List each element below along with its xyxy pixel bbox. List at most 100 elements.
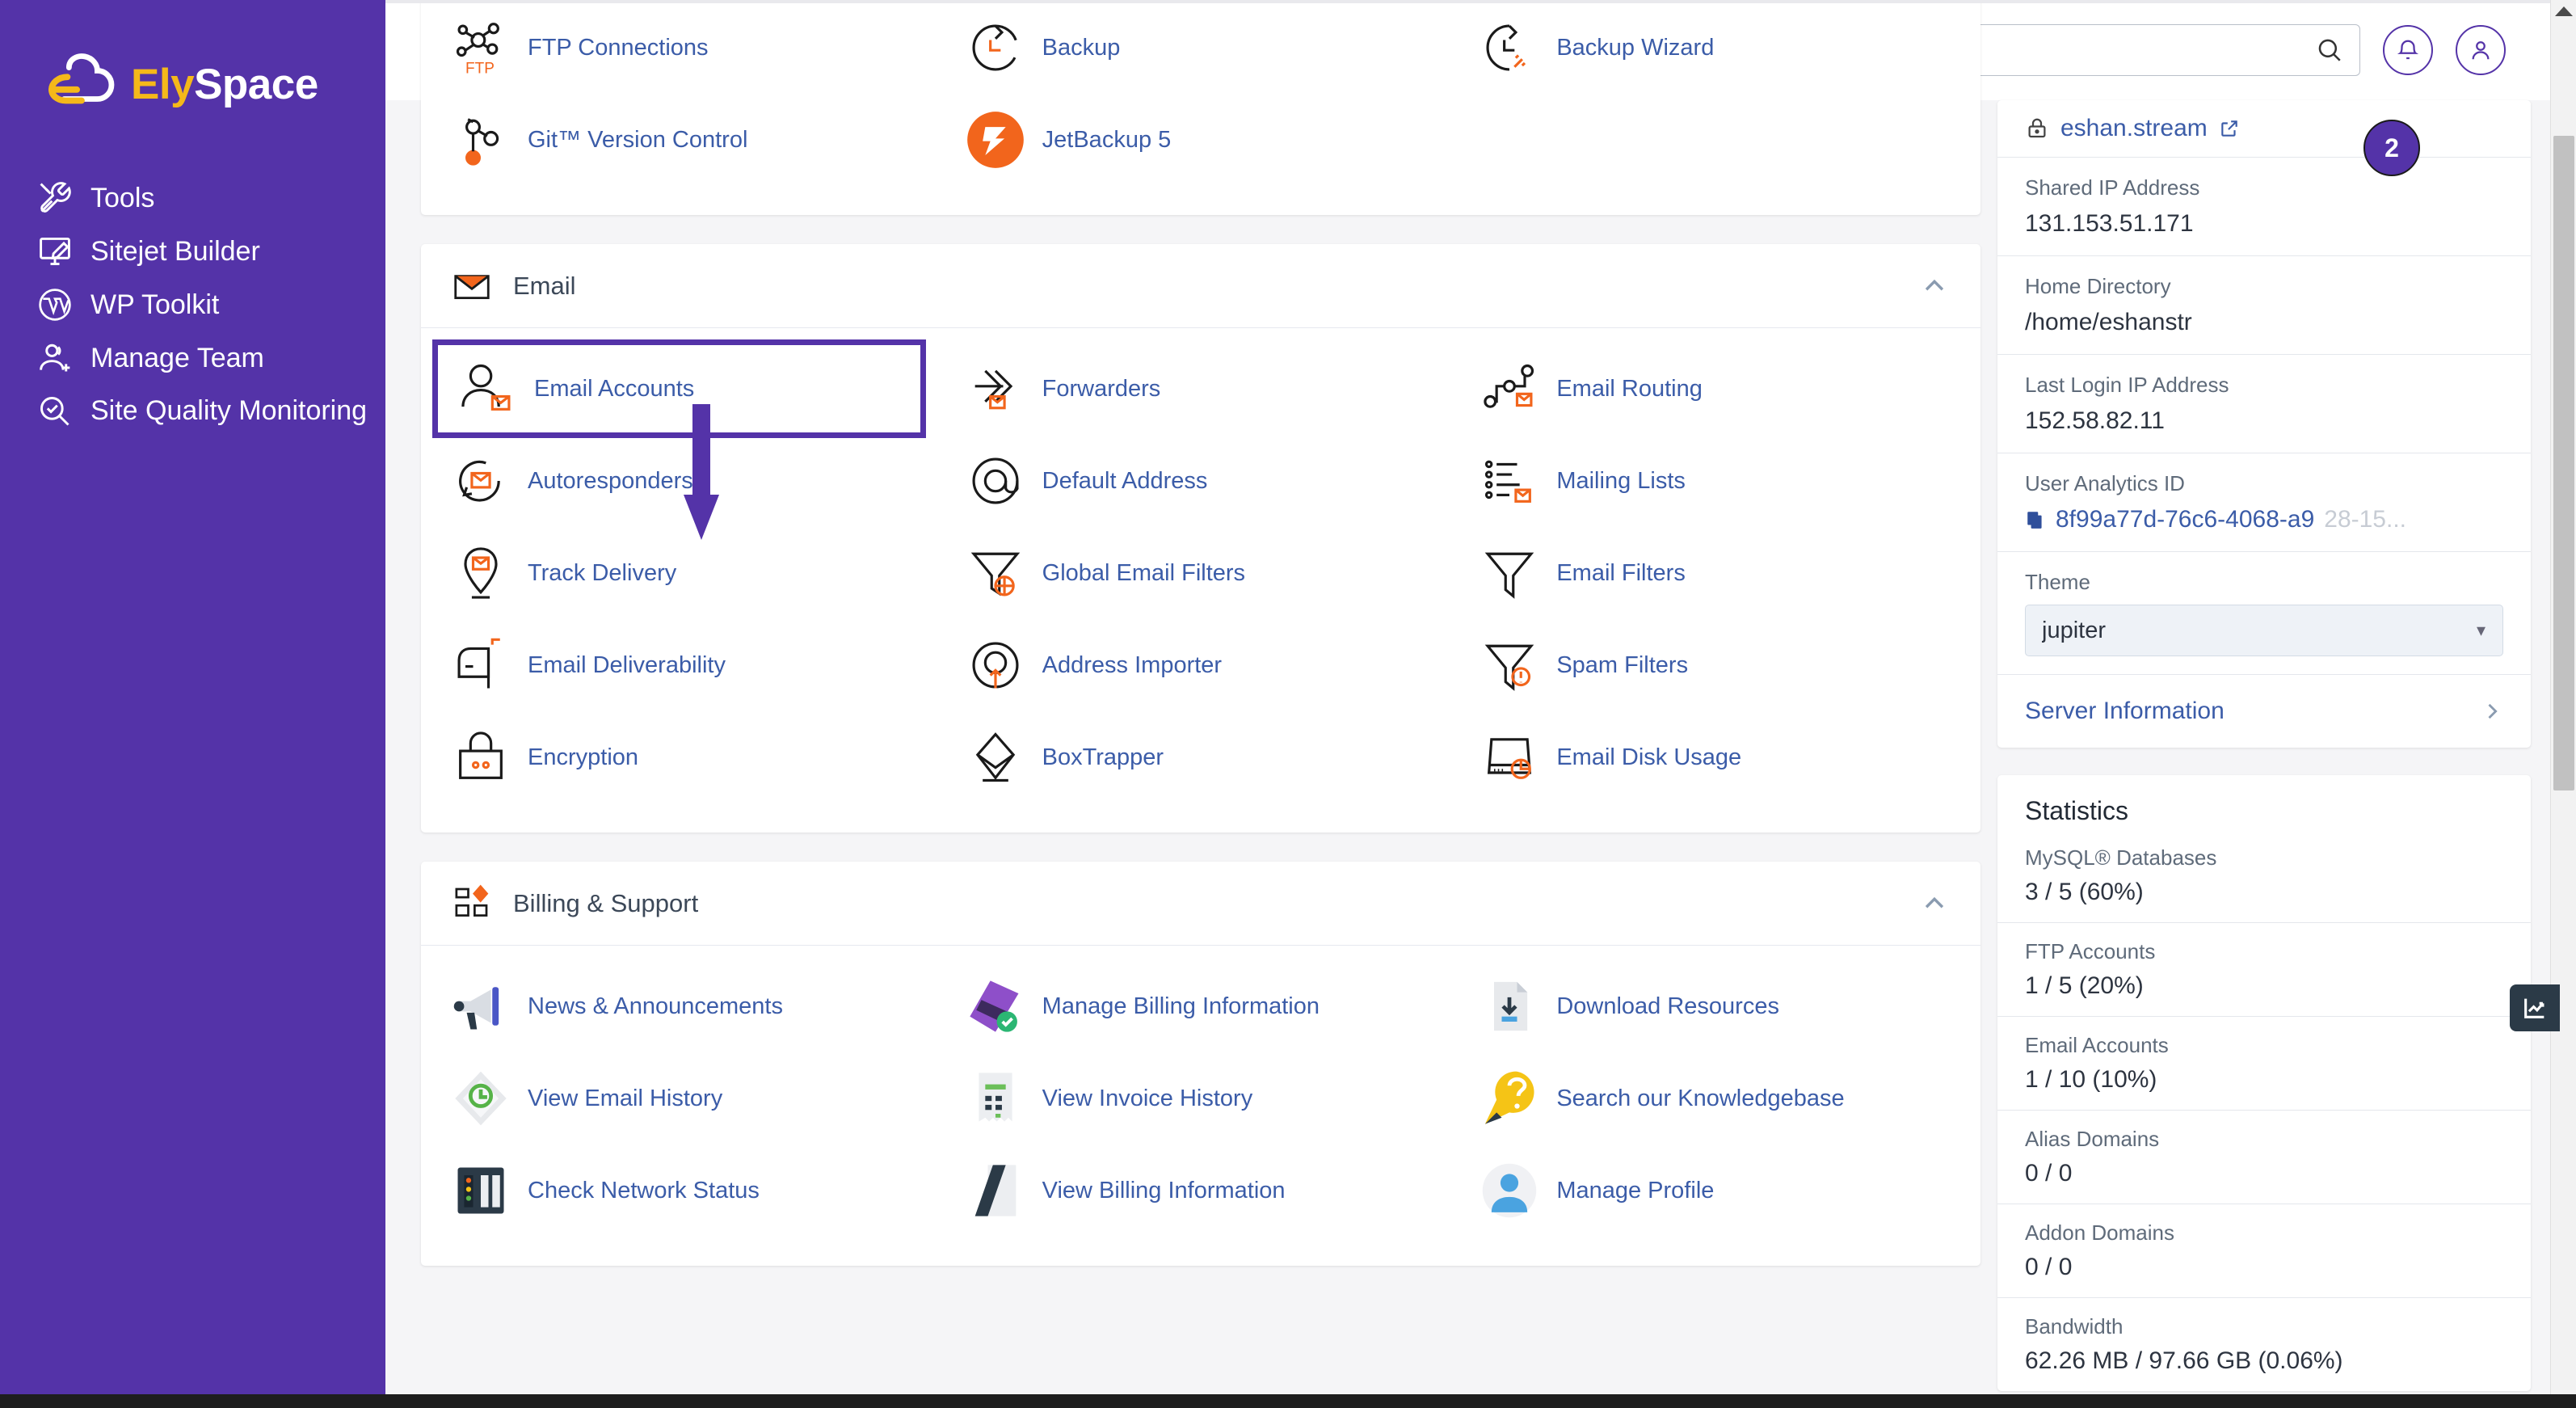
sidebar-item-site-quality-monitoring[interactable]: Site Quality Monitoring	[0, 385, 385, 438]
tile-label: Track Delivery	[528, 559, 677, 586]
annotation-arrow	[684, 404, 719, 540]
tile-label: View Email History	[528, 1085, 723, 1111]
scrollbar-thumb[interactable]	[2553, 136, 2574, 790]
tile-view-email-history[interactable]: View Email History	[429, 1052, 944, 1145]
tile-email-disk-usage[interactable]: Email Disk Usage	[1458, 711, 1972, 803]
backup-wizard-icon	[1486, 24, 1526, 71]
profile-icon	[1483, 1163, 1537, 1218]
section-header-email[interactable]: Email	[421, 244, 1980, 328]
tile-git-version-control[interactable]: Git™ Version Control	[429, 94, 944, 186]
tile-label: BoxTrapper	[1042, 744, 1164, 770]
triangle-up-icon[interactable]	[2554, 6, 2573, 16]
general-information-card: eshan.stream Shared IP Address 131.153.5…	[1997, 100, 2531, 748]
chevron-up-icon[interactable]	[1921, 890, 1948, 917]
right-panel: eshan.stream Shared IP Address 131.153.5…	[1997, 100, 2531, 1394]
row-value: /home/eshanstr	[2025, 309, 2192, 335]
tile-manage-profile[interactable]: Manage Profile	[1458, 1145, 1972, 1237]
user-analytics-id-row: User Analytics ID 8f99a77d-76c6-4068-a9 2…	[1997, 453, 2531, 552]
brand-logo[interactable]: ElySpace	[0, 36, 385, 133]
theme-row: Theme jupiter ▾	[1997, 552, 2531, 675]
domain-row[interactable]: eshan.stream	[1997, 100, 2531, 158]
tile-email-routing[interactable]: Email Routing	[1458, 343, 1972, 435]
copy-icon[interactable]	[2025, 509, 2046, 530]
notifications-button[interactable]	[2383, 25, 2433, 75]
email-history-icon	[455, 1071, 507, 1126]
tile-search-knowledgebase[interactable]: Search our Knowledgebase	[1458, 1052, 1972, 1145]
tile-encryption[interactable]: Encryption	[429, 711, 944, 803]
tile-forwarders[interactable]: Forwarders	[944, 343, 1458, 435]
tile-address-importer[interactable]: Address Importer	[944, 619, 1458, 711]
analytics-id-value-truncated: 28-15...	[2324, 506, 2406, 533]
boxtrapper-icon	[975, 732, 1015, 782]
brand-name: ElySpace	[131, 60, 318, 109]
stat-row-addon-domains: Addon Domains 0 / 0	[1997, 1204, 2531, 1298]
tile-email-deliverability[interactable]: Email Deliverability	[429, 619, 944, 711]
theme-select-wrapper[interactable]: jupiter ▾	[2025, 605, 2503, 656]
tile-backup[interactable]: Backup	[944, 2, 1458, 94]
stat-label: MySQL® Databases	[2025, 845, 2217, 870]
mailing-lists-icon	[1485, 460, 1532, 503]
tile-label: Git™ Version Control	[528, 126, 748, 153]
sidebar-item-label: Tools	[90, 183, 155, 213]
theme-select[interactable]: jupiter	[2025, 605, 2503, 656]
tile-backup-wizard[interactable]: Backup Wizard	[1458, 2, 1972, 94]
external-link-icon[interactable]	[2219, 118, 2240, 139]
bell-icon	[2397, 40, 2419, 60]
tile-label: View Billing Information	[1042, 1177, 1286, 1204]
tile-grid-email: Email Accounts Forwarders Email Routing …	[421, 328, 1980, 833]
elyspace-cloud-logo-icon	[48, 53, 115, 104]
tile-news-announcements[interactable]: News & Announcements	[429, 960, 944, 1052]
sidebar-item-tools[interactable]: Tools	[0, 171, 385, 225]
stat-value: 0 / 0	[2025, 1160, 2073, 1187]
tools-icon	[40, 182, 71, 213]
section-email: Email Email Accounts Forwarders Email Ro…	[421, 244, 1980, 833]
sidebar-item-wp-toolkit[interactable]: WP Toolkit	[0, 278, 385, 331]
tile-global-email-filters[interactable]: Global Email Filters	[944, 527, 1458, 619]
last-login-ip-row: Last Login IP Address 152.58.82.11	[1997, 355, 2531, 453]
tile-mailing-lists[interactable]: Mailing Lists	[1458, 435, 1972, 527]
section-title: Email	[513, 271, 576, 300]
tile-boxtrapper[interactable]: BoxTrapper	[944, 711, 1458, 803]
server-information-label: Server Information	[2025, 698, 2225, 724]
email-deliverability-icon	[457, 638, 500, 689]
account-button[interactable]	[2456, 25, 2506, 75]
tile-label: Encryption	[528, 744, 639, 770]
forwarders-icon	[974, 369, 1012, 410]
default-address-icon	[972, 457, 1019, 504]
tile-default-address[interactable]: Default Address	[944, 435, 1458, 527]
tile-download-resources[interactable]: Download Resources	[1458, 960, 1972, 1052]
stat-row-ftp-accounts: FTP Accounts 1 / 5 (20%)	[1997, 923, 2531, 1017]
lock-icon	[2028, 118, 2046, 138]
sidebar-item-label: Site Quality Monitoring	[90, 395, 368, 426]
stat-value: 3 / 5 (60%)	[2025, 879, 2144, 905]
shared-ip-row: Shared IP Address 131.153.51.171	[1997, 158, 2531, 256]
tile-view-invoice-history[interactable]: View Invoice History	[944, 1052, 1458, 1145]
chevron-up-icon[interactable]	[1921, 272, 1948, 300]
tile-label: Manage Profile	[1556, 1177, 1715, 1204]
tile-check-network-status[interactable]: Check Network Status	[429, 1145, 944, 1237]
sidebar-item-manage-team[interactable]: Manage Team	[0, 331, 385, 385]
tile-grid-billing-support: News & Announcements Manage Billing Info…	[421, 946, 1980, 1266]
tile-manage-billing-information[interactable]: Manage Billing Information	[944, 960, 1458, 1052]
brand-name-part1: Ely	[131, 60, 195, 108]
tile-ftp-connections[interactable]: FTP FTP Connections	[429, 2, 944, 94]
home-directory-row: Home Directory /home/eshanstr	[1997, 256, 2531, 355]
knowledgebase-icon	[1485, 1071, 1534, 1124]
tile-email-filters[interactable]: Email Filters	[1458, 527, 1972, 619]
tile-jetbackup-5[interactable]: JetBackup 5	[944, 94, 1458, 186]
row-value[interactable]: 8f99a77d-76c6-4068-a9 28-15...	[2025, 506, 2503, 533]
tile-label: News & Announcements	[528, 993, 783, 1019]
sidebar-item-sitejet-builder[interactable]: Sitejet Builder	[0, 225, 385, 278]
analytics-tab-button[interactable]	[2510, 984, 2560, 1031]
tile-spam-filters[interactable]: Spam Filters	[1458, 619, 1972, 711]
stat-label: Addon Domains	[2025, 1220, 2174, 1245]
tile-view-billing-information[interactable]: View Billing Information	[944, 1145, 1458, 1237]
section-header-billing-support[interactable]: Billing & Support	[421, 862, 1980, 946]
search-icon[interactable]	[2316, 36, 2343, 64]
domain-name[interactable]: eshan.stream	[2060, 115, 2208, 142]
page-scrollbar[interactable]	[2550, 0, 2576, 1394]
svg-text:FTP: FTP	[465, 61, 495, 78]
top-strip-divider	[385, 0, 2562, 3]
bottom-bar	[0, 1394, 2576, 1408]
server-information-link[interactable]: Server Information	[1997, 675, 2531, 748]
